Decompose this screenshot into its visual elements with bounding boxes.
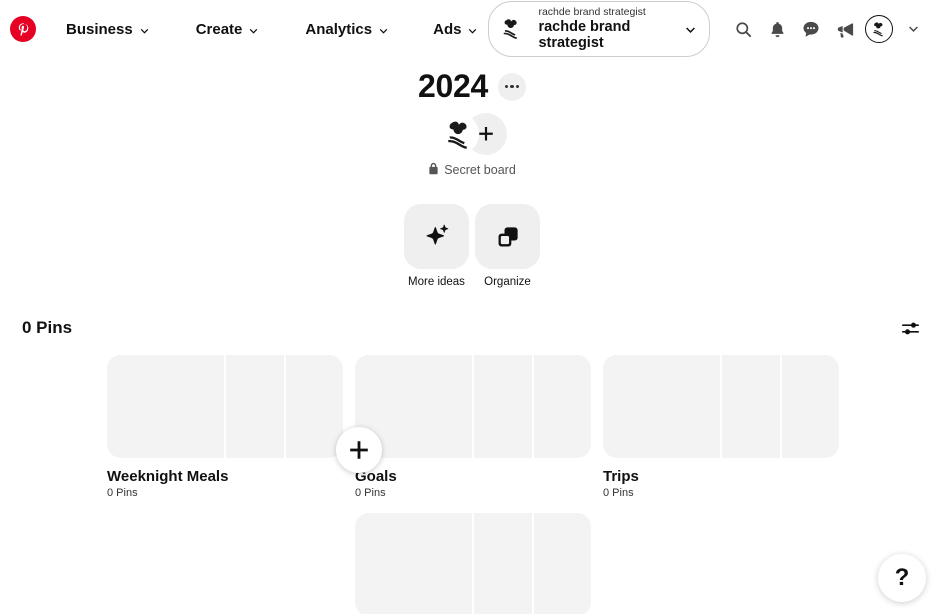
thumb-segment xyxy=(107,355,224,458)
thumb-segment-column xyxy=(474,355,591,458)
header-right-cluster: rachde brand strategist rachde brand str… xyxy=(488,0,930,58)
section-pin-count: 0 Pins xyxy=(603,487,634,499)
thumb-segment xyxy=(285,355,343,458)
section-pin-count: 0 Pins xyxy=(107,487,138,499)
dot xyxy=(504,84,508,89)
board-title-row: 2024 xyxy=(418,68,526,105)
top-navigation-bar: Business Create Analytics Ads rachde bra… xyxy=(0,0,944,58)
nav-label-ads: Ads xyxy=(433,20,462,38)
nav-item-business[interactable]: Business xyxy=(56,15,160,44)
organize-tile xyxy=(475,204,540,269)
add-section-button[interactable] xyxy=(336,427,382,473)
ads-megaphone-icon[interactable] xyxy=(828,12,862,46)
board-header: 2024 Secret board More ideas Organize xyxy=(0,58,944,288)
organize-button[interactable]: Organize xyxy=(475,204,540,288)
help-button[interactable]: ? xyxy=(878,554,926,602)
collaborators-row xyxy=(437,113,507,155)
more-ideas-label: More ideas xyxy=(408,276,465,288)
page-title: 2024 xyxy=(418,68,488,104)
nav-item-ads[interactable]: Ads xyxy=(423,15,488,44)
board-actions: More ideas Organize xyxy=(404,204,540,288)
sections-grid: Weeknight Meals 0 Pins Goals 0 Pins Trip… xyxy=(0,355,944,614)
thumb-segment xyxy=(474,355,532,458)
chevron-down-icon xyxy=(684,24,695,35)
chevron-down-icon xyxy=(467,24,478,35)
section-thumbnail xyxy=(603,355,839,458)
notifications-bell-icon[interactable] xyxy=(760,12,794,46)
nav-label-create: Create xyxy=(195,20,243,38)
thumb-segment xyxy=(722,355,780,458)
profile-avatar-icon[interactable] xyxy=(862,12,896,46)
pinterest-logo-icon[interactable] xyxy=(10,16,36,42)
plus-icon xyxy=(479,127,493,141)
pins-count-label: 0 Pins xyxy=(22,318,73,337)
plus-icon xyxy=(350,441,368,459)
lock-icon xyxy=(428,162,439,178)
thumb-segment-column xyxy=(722,355,839,458)
dot xyxy=(516,84,520,89)
more-ideas-tile xyxy=(404,204,469,269)
messages-icon[interactable] xyxy=(794,12,828,46)
section-card[interactable]: Goals 0 Pins xyxy=(355,355,591,499)
board-privacy: Secret board xyxy=(428,162,516,178)
thumb-segment xyxy=(533,513,591,614)
avatar xyxy=(865,15,893,43)
chevron-down-icon xyxy=(248,24,259,35)
organize-label: Organize xyxy=(484,276,531,288)
section-title: Trips xyxy=(603,468,639,485)
section-title: Goals xyxy=(355,468,397,485)
account-avatar-icon xyxy=(495,12,530,46)
section-thumbnail xyxy=(355,355,591,458)
sliders-filter-icon[interactable] xyxy=(894,312,926,344)
thumb-segment xyxy=(533,355,591,458)
account-menu-chevron-down-icon[interactable] xyxy=(896,12,930,46)
chevron-down-icon xyxy=(139,24,150,35)
account-switcher[interactable]: rachde brand strategist rachde brand str… xyxy=(488,0,710,58)
sparkle-icon xyxy=(426,224,448,245)
question-mark-icon: ? xyxy=(894,564,910,591)
section-card[interactable]: Weeknight Meals 0 Pins xyxy=(107,355,343,499)
board-privacy-label: Secret board xyxy=(444,163,516,177)
section-pin-count: 0 Pins xyxy=(355,487,386,499)
thumb-segment xyxy=(474,513,532,614)
section-card[interactable]: House Cleaning xyxy=(355,513,591,614)
more-ideas-button[interactable]: More ideas xyxy=(404,204,469,288)
organize-squares-icon xyxy=(498,226,518,246)
thumb-segment xyxy=(603,355,720,458)
account-main-label: rachde brand strategist xyxy=(538,18,631,51)
nav-label-business: Business xyxy=(66,20,133,38)
nav-label-analytics: Analytics xyxy=(305,20,373,38)
collaborator-avatar-icon[interactable] xyxy=(437,113,479,155)
dot xyxy=(510,84,514,89)
thumb-segment xyxy=(781,355,839,458)
account-sub-label: rachde brand strategist xyxy=(538,5,646,18)
pins-summary-bar: 0 Pins xyxy=(0,312,944,344)
account-labels: rachde brand strategist rachde brand str… xyxy=(538,5,671,51)
search-icon[interactable] xyxy=(726,12,760,46)
chevron-down-icon xyxy=(378,24,389,35)
section-thumbnail xyxy=(107,355,343,458)
thumb-segment xyxy=(355,513,472,614)
thumb-segment-column xyxy=(226,355,343,458)
thumb-segment xyxy=(226,355,284,458)
section-thumbnail xyxy=(355,513,591,614)
thumb-segment-column xyxy=(474,513,591,614)
section-card[interactable]: Trips 0 Pins xyxy=(603,355,839,499)
more-options-icon[interactable] xyxy=(498,72,526,101)
nav-item-create[interactable]: Create xyxy=(186,15,270,44)
section-title: Weeknight Meals xyxy=(107,468,229,485)
nav-item-analytics[interactable]: Analytics xyxy=(295,15,399,44)
